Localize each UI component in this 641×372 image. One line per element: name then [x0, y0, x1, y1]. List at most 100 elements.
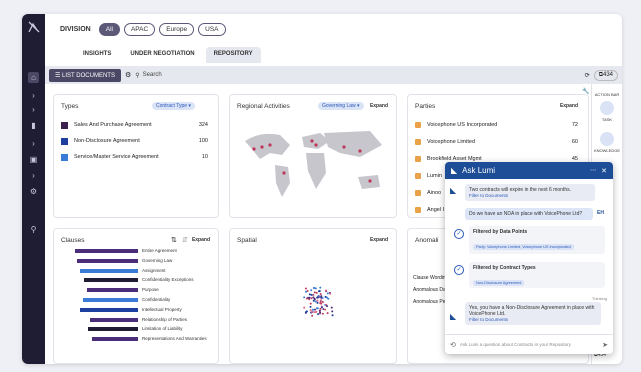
list-documents-button[interactable]: ☰ LIST DOCUMENTS	[49, 68, 121, 82]
anomaly-row[interactable]: Anomalous Da	[413, 287, 446, 293]
sort-order-icon[interactable]: ⇵	[182, 236, 188, 244]
anomaly-row[interactable]: Clause Wordin	[413, 275, 446, 281]
lumi-close-icon[interactable]: ✕	[601, 167, 607, 175]
clause-bar[interactable]	[86, 288, 138, 293]
parties-title: Parties	[415, 103, 436, 110]
governing-law-filter[interactable]: Governing Law ▾	[318, 102, 364, 110]
toolbar: ☰ LIST DOCUMENTS ⚙ ⚲ Search ⟳ ⧉434	[45, 66, 622, 84]
spatial-point	[316, 296, 319, 299]
party-icon	[415, 139, 421, 145]
regional-expand-button[interactable]: Expand	[370, 103, 388, 109]
spatial-point	[313, 297, 316, 300]
clause-bar[interactable]	[82, 298, 138, 302]
clause-bar[interactable]	[75, 249, 138, 253]
filter-chip[interactable]: Party: Voicephone Limited, Voicephone US…	[473, 244, 574, 250]
anomaly-row[interactable]: Anomalous Pe	[413, 299, 446, 305]
lumi-question-input[interactable]: Ask Lumi a question about Contracts in y…	[460, 342, 571, 347]
tab-insights[interactable]: INSIGHTS	[75, 47, 119, 63]
division-apac[interactable]: APAC	[123, 22, 156, 36]
clauses-expand-button[interactable]: Expand	[192, 237, 210, 243]
home-icon[interactable]: ⌂	[28, 72, 39, 83]
settings-gear-icon[interactable]: ⚙	[125, 71, 131, 79]
clause-bar[interactable]	[77, 258, 138, 263]
lumi-avatar-icon: ◣	[450, 186, 457, 195]
search-icon[interactable]: ⚲	[28, 224, 39, 235]
spatial-scatter[interactable]	[286, 277, 346, 325]
spatial-point	[305, 310, 308, 313]
settings-icon[interactable]: ⚙	[28, 186, 39, 197]
division-all[interactable]: All	[98, 22, 120, 36]
nav-icon-1[interactable]: ›	[28, 90, 39, 101]
tab-under-negotiation[interactable]: UNDER NEGOTIATION	[122, 47, 202, 63]
clause-bar[interactable]	[79, 307, 138, 312]
document-icon[interactable]: ▮	[28, 120, 39, 131]
sort-icon[interactable]: ⇅	[171, 236, 177, 244]
type-row[interactable]: Non-Disclosure Agreement 100	[61, 136, 208, 146]
parties-expand-button[interactable]: Expand	[560, 103, 578, 109]
spatial-point	[331, 314, 334, 317]
nav-icon-4[interactable]: ›	[28, 170, 39, 181]
search-input[interactable]: ⚲ Search	[135, 72, 555, 79]
knowledge-label[interactable]: KNOWLEDGE	[592, 148, 622, 153]
clause-bar[interactable]	[83, 278, 138, 283]
types-card: Types Contract Type ▾ Sales And Purchase…	[53, 94, 219, 218]
clauses-title: Clauses	[61, 237, 85, 244]
wrench-icon[interactable]: 🔧	[582, 88, 589, 95]
spatial-point	[309, 302, 312, 305]
spatial-point	[324, 295, 327, 298]
task-label[interactable]: TASK	[592, 117, 622, 122]
division-europe[interactable]: Europe	[159, 22, 195, 36]
spatial-point	[316, 301, 319, 304]
filter-title: Filtered by Data Points	[473, 229, 528, 235]
clause-bar[interactable]	[87, 327, 138, 332]
knowledge-icon[interactable]	[600, 132, 614, 146]
spatial-point	[325, 305, 328, 308]
spatial-point	[324, 308, 327, 311]
spatial-point	[303, 296, 306, 299]
nav-icon-2[interactable]: ›	[28, 104, 39, 115]
type-row[interactable]: Service/Master Service Agreement 10	[61, 152, 208, 162]
thinking-status: Thinking	[591, 296, 607, 301]
filter-to-documents-link[interactable]: Filter to Documents	[469, 193, 591, 198]
filter-chip[interactable]: Non-Disclosure Agreement	[473, 280, 525, 286]
spatial-point	[321, 300, 324, 303]
clause-label: Intellectual Property	[142, 306, 182, 312]
refresh-icon[interactable]: ⟳	[585, 72, 590, 79]
nav-icon-3[interactable]: ›	[28, 138, 39, 149]
spatial-point	[303, 306, 306, 309]
user-avatar: EH	[597, 210, 604, 216]
division-usa[interactable]: USA	[198, 22, 226, 36]
history-icon[interactable]: ⟲	[450, 341, 456, 349]
spatial-point	[324, 289, 327, 292]
grid-icon[interactable]: ▣	[28, 154, 39, 165]
lumi-menu-icon[interactable]: ⋯	[590, 167, 596, 174]
spatial-point	[313, 291, 316, 294]
clause-bar[interactable]	[91, 337, 138, 342]
spatial-point	[316, 307, 319, 310]
spatial-point	[319, 293, 322, 296]
regional-activities-card: Regional Activities Governing Law ▾ Expa…	[229, 94, 397, 218]
party-row[interactable]: Voicephone US Incorporated 72	[415, 120, 578, 130]
lumi-avatar-icon: ◣	[450, 312, 457, 321]
clause-label: Representations And Warranties	[142, 336, 207, 342]
filter-to-documents-link[interactable]: Filter to Documents	[469, 317, 597, 322]
clause-bar[interactable]	[79, 268, 138, 273]
spatial-point	[314, 300, 317, 303]
contract-type-filter[interactable]: Contract Type ▾	[152, 102, 195, 110]
spatial-expand-button[interactable]: Expand	[370, 237, 388, 243]
clause-bar[interactable]	[90, 317, 138, 322]
search-icon: ⚲	[135, 72, 140, 79]
task-icon[interactable]	[600, 101, 614, 115]
type-row[interactable]: Sales And Purchase Agreement 324	[61, 120, 208, 130]
lumi-input-bar: ⟲ Ask Lumi a question about Contracts in…	[445, 334, 613, 354]
clause-label: Confidentiality	[142, 297, 171, 302]
ask-lumi-panel: ◣ Ask Lumi ⋯ ✕ ◣ Two contracts will expi…	[445, 162, 613, 354]
send-icon[interactable]: ➤	[602, 341, 608, 349]
legend-swatch	[61, 153, 68, 161]
spatial-title: Spatial	[237, 237, 257, 244]
world-map[interactable]	[240, 123, 390, 203]
filter-data-points: Filtered by Data Points Party: Voicephon…	[469, 226, 605, 254]
tab-repository[interactable]: REPOSITORY	[205, 47, 261, 63]
party-row[interactable]: Voicephone Limited 60	[415, 137, 578, 147]
clause-label: Assignment	[142, 267, 166, 273]
